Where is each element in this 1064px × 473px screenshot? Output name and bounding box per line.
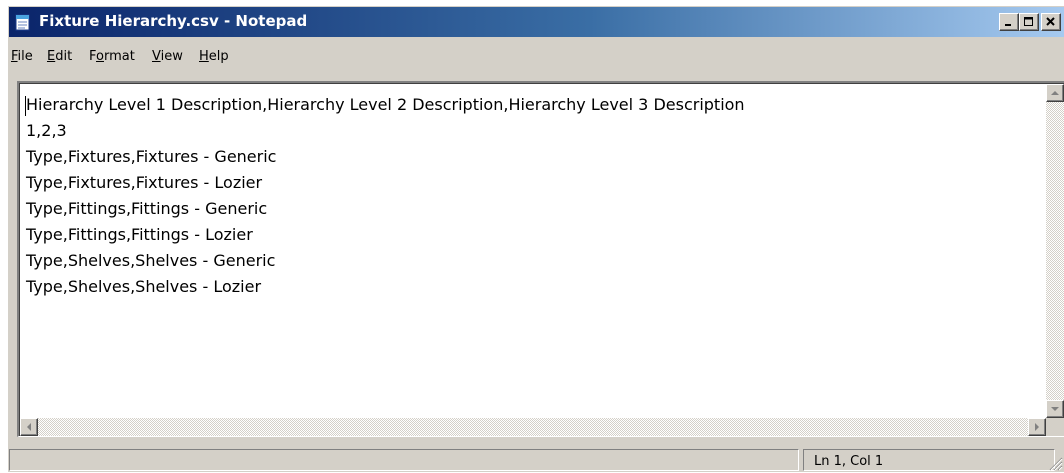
text-editor[interactable]: Hierarchy Level 1 Description,Hierarchy … bbox=[17, 81, 1064, 437]
maximize-button[interactable] bbox=[1019, 13, 1039, 31]
notepad-window: Fixture Hierarchy.csv - Notepad File Edi… bbox=[8, 6, 1064, 472]
text-line: Hierarchy Level 1 Description,Hierarchy … bbox=[26, 95, 745, 114]
vertical-scrollbar[interactable] bbox=[1046, 84, 1064, 418]
close-button[interactable] bbox=[1041, 13, 1061, 31]
editor-frame: Hierarchy Level 1 Description,Hierarchy … bbox=[19, 83, 1064, 436]
scroll-right-button[interactable] bbox=[1028, 418, 1046, 436]
menu-mnemonic: E bbox=[47, 49, 56, 64]
arrow-left-icon bbox=[27, 423, 31, 431]
text-line: Type,Fixtures,Fixtures - Lozier bbox=[26, 173, 263, 192]
status-pane-main bbox=[9, 449, 799, 471]
text-line: Type,Fixtures,Fixtures - Generic bbox=[26, 147, 277, 166]
menu-edit[interactable]: Edit bbox=[47, 49, 72, 64]
menu-label: dit bbox=[55, 49, 73, 64]
menu-label: iew bbox=[160, 49, 183, 64]
scrollbar-corner bbox=[1046, 418, 1064, 436]
arrow-up-icon bbox=[1051, 91, 1059, 95]
title-bar[interactable]: Fixture Hierarchy.csv - Notepad bbox=[9, 7, 1064, 37]
arrow-down-icon bbox=[1051, 407, 1059, 411]
text-line: Type,Fittings,Fittings - Generic bbox=[26, 199, 268, 218]
scroll-left-button[interactable] bbox=[20, 418, 38, 436]
maximize-icon bbox=[1024, 17, 1033, 26]
menu-label: ile bbox=[17, 49, 33, 64]
menu-mnemonic: V bbox=[152, 49, 161, 64]
menu-file[interactable]: File bbox=[11, 49, 33, 64]
cursor-position: Ln 1, Col 1 bbox=[814, 454, 884, 469]
menu-help[interactable]: Help bbox=[199, 49, 229, 64]
close-icon bbox=[1046, 17, 1055, 26]
text-line: Type,Shelves,Shelves - Lozier bbox=[26, 277, 262, 296]
scroll-up-button[interactable] bbox=[1046, 84, 1064, 102]
status-bar: Ln 1, Col 1 bbox=[9, 447, 1064, 473]
menu-label: elp bbox=[208, 49, 229, 64]
text-line: 1,2,3 bbox=[26, 121, 67, 140]
resize-grip-icon[interactable] bbox=[1047, 455, 1063, 471]
text-line: Type,Fittings,Fittings - Lozier bbox=[26, 225, 253, 244]
status-pane-position: Ln 1, Col 1 bbox=[803, 449, 1055, 471]
menu-mnemonic: o bbox=[96, 49, 104, 64]
menu-format[interactable]: Format bbox=[89, 49, 135, 64]
arrow-right-icon bbox=[1035, 423, 1039, 431]
menu-bar: File Edit Format View Help bbox=[9, 49, 1064, 71]
minimize-button[interactable] bbox=[999, 13, 1019, 31]
menu-label: rmat bbox=[103, 49, 135, 64]
text-line: Type,Shelves,Shelves - Generic bbox=[26, 251, 276, 270]
horizontal-scrollbar[interactable] bbox=[20, 418, 1046, 436]
notepad-icon[interactable] bbox=[15, 13, 31, 31]
window-title: Fixture Hierarchy.csv - Notepad bbox=[39, 12, 308, 30]
editor-text[interactable]: Hierarchy Level 1 Description,Hierarchy … bbox=[26, 92, 745, 300]
menu-label: F bbox=[89, 49, 97, 64]
minimize-icon bbox=[1005, 24, 1011, 26]
menu-mnemonic: H bbox=[199, 49, 209, 64]
menu-view[interactable]: View bbox=[152, 49, 183, 64]
scroll-down-button[interactable] bbox=[1046, 400, 1064, 418]
